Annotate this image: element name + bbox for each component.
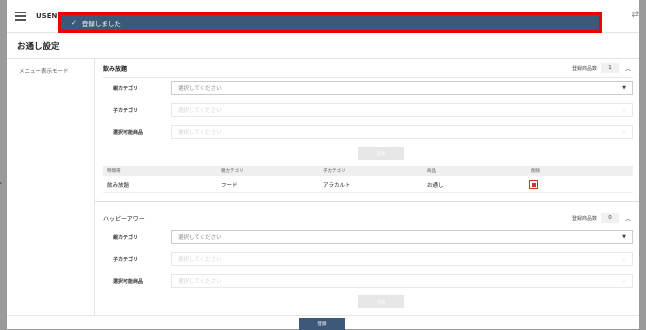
field-label: 選択可能商品 bbox=[113, 278, 144, 285]
app-window: USEN ⇄ お通し設定 メニュー表示モード 飲み放題 登録商品数 1 ︿ 親カ… bbox=[7, 0, 639, 329]
field-label: 親カテゴリ bbox=[113, 234, 139, 241]
page-title: お通し設定 bbox=[17, 42, 60, 52]
submit-button[interactable]: 登録 bbox=[299, 318, 345, 330]
selectable-item-select[interactable]: 選択してください ⌄ bbox=[171, 274, 633, 288]
item-count-label: 登録商品数 bbox=[571, 215, 597, 222]
column-header: 商品 bbox=[427, 169, 436, 174]
section-divider bbox=[95, 201, 639, 202]
app-name: USEN bbox=[36, 12, 58, 20]
child-category-select[interactable]: 選択してください ⌄ bbox=[171, 103, 633, 117]
field-label: 子カテゴリ bbox=[113, 256, 139, 263]
caret-down-icon: ▼ bbox=[622, 85, 626, 91]
add-button[interactable]: 追加 bbox=[358, 295, 404, 308]
arrow-right-icon: ▸ bbox=[0, 180, 3, 185]
parent-category-select[interactable]: 選択してください ▼ bbox=[171, 230, 633, 244]
parent-category-select[interactable]: 選択してください ▼ bbox=[171, 81, 633, 95]
main-content: 飲み放題 登録商品数 1 ︿ 親カテゴリ 選択してください ▼ 子カテゴリ 選択… bbox=[95, 58, 639, 316]
toast-notification: ✓ 登録しました bbox=[58, 12, 602, 33]
menu-icon[interactable] bbox=[15, 11, 26, 21]
column-header: 親カテゴリ bbox=[221, 169, 244, 174]
select-placeholder: 選択してください bbox=[178, 235, 222, 241]
column-header: 子カテゴリ bbox=[323, 169, 346, 174]
selectable-item-row: 選択可能商品 選択してください ⌄ bbox=[103, 123, 633, 141]
table-cell: お通し bbox=[427, 182, 444, 189]
chevron-down-icon: ⌄ bbox=[621, 278, 626, 284]
sidebar: メニュー表示モード bbox=[7, 58, 95, 329]
add-button[interactable]: 追加 bbox=[358, 147, 404, 160]
item-count-value: 0 bbox=[601, 213, 619, 223]
chevron-down-icon: ⌄ bbox=[621, 129, 626, 135]
table-header: 時間帯 親カテゴリ 子カテゴリ 商品 削除 bbox=[103, 166, 633, 176]
item-count: 登録商品数 1 ︿ bbox=[572, 63, 633, 73]
select-placeholder: 選択してください bbox=[178, 257, 222, 263]
item-count-label: 登録商品数 bbox=[571, 65, 597, 72]
trash-icon bbox=[529, 180, 538, 189]
table-cell: アラカルト bbox=[323, 182, 351, 189]
chevron-up-icon[interactable]: ︿ bbox=[623, 214, 633, 223]
section-header: ハッピーアワー 登録商品数 0 ︿ bbox=[103, 209, 633, 227]
item-count: 登録商品数 0 ︿ bbox=[572, 213, 633, 223]
table-cell: フード bbox=[221, 182, 238, 189]
caret-down-icon: ▼ bbox=[622, 234, 626, 240]
child-category-row: 子カテゴリ 選択してください ⌄ bbox=[103, 101, 633, 119]
section-all-you-can-drink: 飲み放題 登録商品数 1 ︿ 親カテゴリ 選択してください ▼ 子カテゴリ 選択… bbox=[103, 59, 633, 193]
item-count-value: 1 bbox=[601, 63, 619, 73]
child-category-row: 子カテゴリ 選択してください ⌄ bbox=[103, 250, 633, 268]
sidebar-item-menu-display-mode[interactable]: メニュー表示モード bbox=[7, 59, 94, 83]
section-happy-hour: ハッピーアワー 登録商品数 0 ︿ 親カテゴリ 選択してください ▼ 子カテゴリ bbox=[103, 209, 633, 308]
child-category-select[interactable]: 選択してください ⌄ bbox=[171, 252, 633, 266]
table-cell: 飲み放題 bbox=[107, 182, 130, 189]
swap-icon[interactable]: ⇄ bbox=[631, 10, 639, 20]
selectable-item-select[interactable]: 選択してください ⌄ bbox=[171, 125, 633, 139]
select-placeholder: 選択してください bbox=[178, 108, 222, 114]
parent-category-row: 親カテゴリ 選択してください ▼ bbox=[103, 228, 633, 246]
divider bbox=[103, 77, 633, 78]
delete-button[interactable] bbox=[529, 177, 538, 192]
column-header: 削除 bbox=[531, 169, 540, 174]
select-placeholder: 選択してください bbox=[178, 86, 222, 92]
table-row: 飲み放題 フード アラカルト お通し bbox=[103, 177, 633, 193]
chevron-up-icon[interactable]: ︿ bbox=[623, 64, 633, 73]
select-placeholder: 選択してください bbox=[178, 279, 222, 285]
section-title: ハッピーアワー bbox=[103, 215, 145, 223]
select-placeholder: 選択してください bbox=[178, 130, 222, 136]
section-header: 飲み放題 登録商品数 1 ︿ bbox=[103, 59, 633, 77]
check-icon: ✓ bbox=[71, 18, 77, 27]
parent-category-row: 親カテゴリ 選択してください ▼ bbox=[103, 79, 633, 97]
chevron-down-icon: ⌄ bbox=[621, 107, 626, 113]
toast-message: 登録しました bbox=[81, 19, 121, 28]
selectable-item-row: 選択可能商品 選択してください ⌄ bbox=[103, 272, 633, 290]
field-label: 親カテゴリ bbox=[113, 85, 139, 92]
field-label: 選択可能商品 bbox=[113, 129, 144, 136]
toast-body: ✓ 登録しました bbox=[61, 15, 599, 30]
section-title: 飲み放題 bbox=[103, 65, 128, 73]
chevron-down-icon: ⌄ bbox=[621, 256, 626, 262]
column-header: 時間帯 bbox=[107, 169, 121, 174]
field-label: 子カテゴリ bbox=[113, 107, 139, 114]
